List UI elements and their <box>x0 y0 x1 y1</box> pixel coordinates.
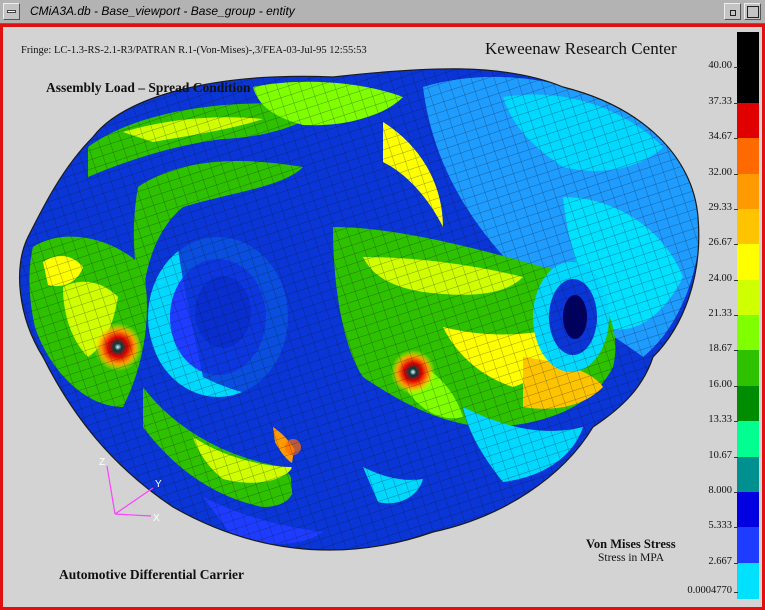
graphics-viewport[interactable]: Fringe: LC-1.3-RS-2.1-R3/PATRAN R.1-(Von… <box>0 24 765 610</box>
legend-tick-mark <box>734 592 738 593</box>
legend-tick-mark <box>734 456 738 458</box>
legend-tick-mark <box>734 138 738 140</box>
legend-color-band <box>737 173 759 210</box>
result-units: Stress in MPA <box>598 552 665 564</box>
legend-tick-mark <box>734 527 738 529</box>
window-title: CMiA3A.db - Base_viewport - Base_group -… <box>30 4 295 18</box>
legend-tick-label: 32.00 <box>708 166 732 178</box>
legend-tick-mark <box>734 208 738 210</box>
axis-x-label: X <box>153 513 160 524</box>
legend-tick-mark <box>734 67 738 69</box>
legend-tick-mark <box>734 279 738 281</box>
result-title: Von Mises Stress <box>586 537 676 551</box>
legend-tick-mark <box>734 385 738 387</box>
legend-tick-label: 24.00 <box>708 272 732 284</box>
legend-color-band <box>737 350 759 387</box>
legend-tick-label: 37.33 <box>708 95 732 107</box>
legend-tick-label: 40.00 <box>708 60 732 72</box>
legend-tick-label: 13.33 <box>708 414 732 426</box>
legend-color-band <box>737 421 759 457</box>
fringe-header-text: Fringe: LC-1.3-RS-2.1-R3/PATRAN R.1-(Von… <box>21 45 367 56</box>
legend-tick-label: 10.67 <box>708 449 732 461</box>
axis-triad-lines <box>106 465 154 517</box>
legend-color-band <box>737 32 759 68</box>
legend-tick-label: 26.67 <box>708 237 732 249</box>
legend-color-band <box>737 385 759 422</box>
legend-tick-label: 21.33 <box>708 308 732 319</box>
legend-color-band <box>737 102 759 139</box>
fringe-color-legend: 40.00 37.33 34.67 32.00 29.33 26.67 24.00 21.33… <box>687 32 762 602</box>
legend-tick-label: 29.33 <box>708 201 732 213</box>
legend-color-band <box>737 279 759 316</box>
legend-color-band <box>737 208 759 245</box>
axis-triad: Z Y X <box>99 457 162 524</box>
legend-tick-mark <box>734 350 738 352</box>
legend-tick-label: 0.0004770 <box>687 585 732 596</box>
legend-color-band <box>737 491 759 528</box>
legend-color-band <box>737 244 759 281</box>
legend-color-band <box>737 67 759 104</box>
axis-z-label: Z <box>99 457 105 468</box>
title-bar[interactable]: CMiA3A.db - Base_viewport - Base_group -… <box>0 0 765 24</box>
application-window: CMiA3A.db - Base_viewport - Base_group -… <box>0 0 765 610</box>
maximize-icon <box>747 6 759 18</box>
organization-label: Keweenaw Research Center <box>485 39 677 58</box>
legend-tick-label: 5.333 <box>708 520 732 532</box>
legend-color-band <box>737 315 759 351</box>
load-case-title: Assembly Load – Spread Condition <box>46 80 251 95</box>
legend-tick-mark <box>734 173 738 175</box>
part-name-label: Automotive Differential Carrier <box>59 567 244 582</box>
legend-tick-label: 8.000 <box>708 484 732 496</box>
legend-color-band <box>737 527 759 564</box>
legend-tick-mark <box>734 315 738 316</box>
legend-tick-label: 16.00 <box>708 378 732 390</box>
legend-tick-mark <box>734 244 738 246</box>
legend-tick-mark <box>734 102 738 104</box>
legend-tick-mark <box>734 421 738 423</box>
maximize-button[interactable] <box>744 3 761 20</box>
minimize-icon <box>730 10 736 16</box>
window-menu-icon <box>7 10 16 13</box>
minimize-button[interactable] <box>724 3 741 20</box>
legend-tick-label: 18.67 <box>708 343 732 355</box>
legend-color-band <box>737 138 759 174</box>
legend-tick-label: 2.667 <box>708 555 732 567</box>
legend-tick-mark <box>734 491 738 493</box>
legend-color-band <box>737 562 759 599</box>
axis-y-label: Y <box>155 479 162 490</box>
legend-color-band <box>737 456 759 493</box>
legend-tick-label: 34.67 <box>708 131 732 143</box>
legend-tick-mark <box>734 562 738 564</box>
window-menu-button[interactable] <box>3 3 20 20</box>
